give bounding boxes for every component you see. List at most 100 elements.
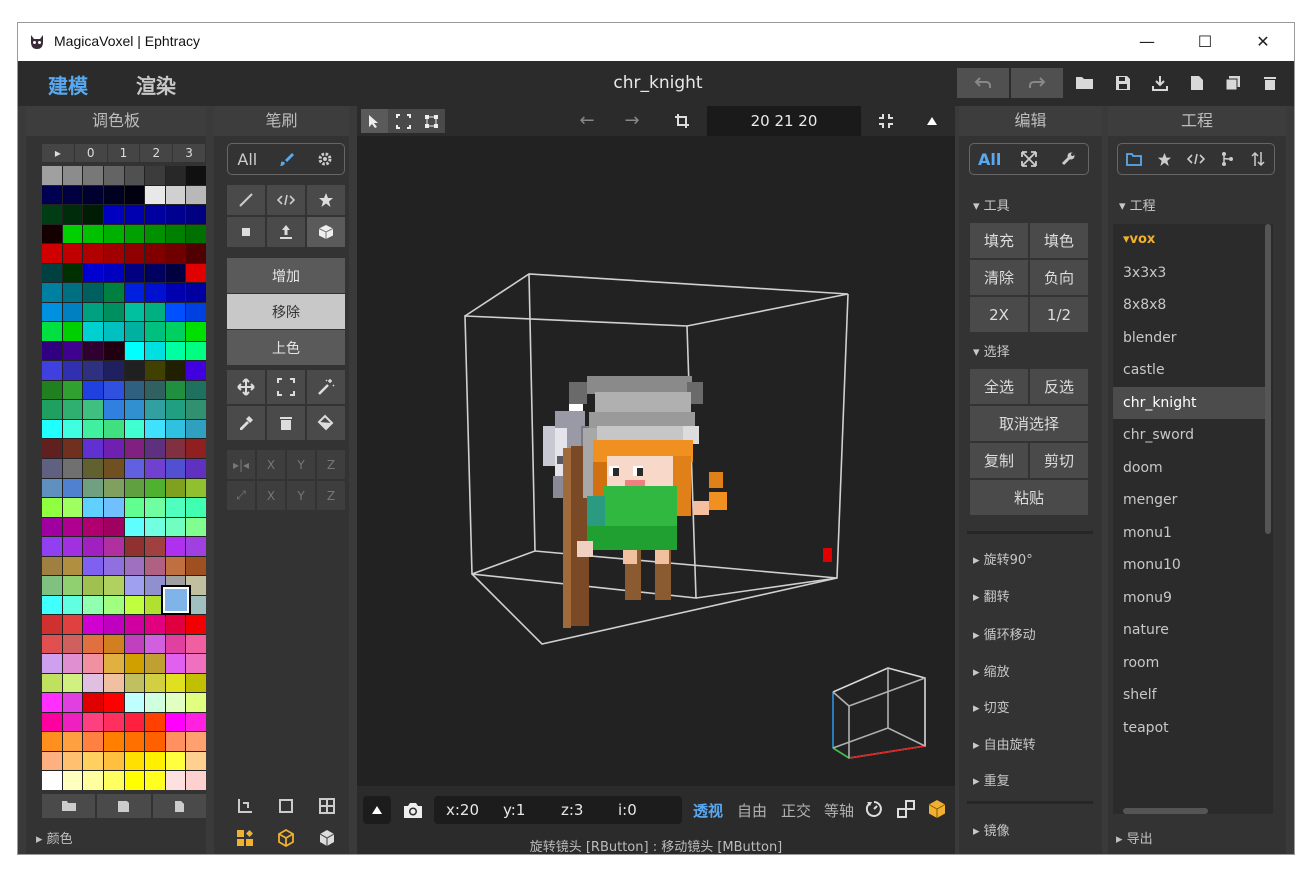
palette-tab[interactable]: 1: [108, 144, 141, 162]
palette-swatch[interactable]: [83, 224, 103, 244]
project-filter-code[interactable]: [1180, 144, 1211, 174]
palette-swatch[interactable]: [103, 361, 124, 380]
tab-render[interactable]: 渲染: [136, 70, 176, 99]
palette-swatch[interactable]: [62, 478, 83, 498]
palette-swatch[interactable]: [103, 771, 124, 790]
palette-swatch[interactable]: [145, 517, 165, 537]
palette-swatch[interactable]: [124, 166, 145, 185]
palette-swatch[interactable]: [62, 439, 83, 458]
palette-swatch[interactable]: [42, 244, 62, 263]
palette-swatch[interactable]: [165, 283, 186, 302]
palette-swatch[interactable]: [42, 458, 62, 478]
palette-swatch[interactable]: [145, 712, 165, 732]
palette-swatch[interactable]: [145, 576, 165, 595]
scale-2x-button[interactable]: 2X: [970, 297, 1028, 332]
palette-swatch[interactable]: [83, 439, 103, 458]
palette-swatch[interactable]: [83, 595, 103, 615]
delete-file-button[interactable]: [1255, 68, 1285, 98]
palette-swatch[interactable]: [186, 322, 206, 341]
palette-swatch[interactable]: [186, 712, 206, 732]
list-scrollbar[interactable]: [1265, 224, 1271, 534]
select-tool[interactable]: [267, 370, 305, 404]
palette-swatch[interactable]: [124, 771, 145, 790]
palette-swatch[interactable]: [165, 263, 186, 283]
project-list-item[interactable]: chr_knight: [1113, 386, 1265, 419]
palette-swatch[interactable]: [145, 673, 165, 693]
palette-swatch[interactable]: [124, 322, 145, 341]
view-grid-toggle[interactable]: [308, 792, 345, 820]
undo-button[interactable]: [957, 68, 1009, 98]
magic-wand-tool[interactable]: [307, 370, 345, 404]
cut-button[interactable]: 剪切: [1030, 443, 1088, 478]
palette-swatch[interactable]: [42, 380, 62, 400]
palette-swatch[interactable]: [42, 224, 62, 244]
brush-code[interactable]: [267, 185, 305, 215]
paint-fill-button[interactable]: 填色: [1030, 223, 1088, 258]
view-corner-toggle[interactable]: [227, 792, 264, 820]
palette-tab[interactable]: ▸: [42, 144, 75, 162]
palette-swatch[interactable]: [145, 400, 165, 419]
mirror-section-toggle[interactable]: ▸ 镜像: [973, 820, 1010, 839]
project-list-item[interactable]: castle: [1113, 354, 1273, 387]
palette-swatch[interactable]: [103, 283, 124, 302]
palette-swatch[interactable]: [124, 498, 145, 517]
palette-swatch[interactable]: [103, 673, 124, 693]
palette-swatch[interactable]: [186, 283, 206, 302]
palette-swatch[interactable]: [165, 361, 186, 380]
palette-swatch[interactable]: [83, 751, 103, 771]
redo-button[interactable]: [1011, 68, 1063, 98]
palette-swatch[interactable]: [83, 712, 103, 732]
palette-swatch[interactable]: [145, 732, 165, 751]
projection-isometric[interactable]: 等轴: [824, 800, 854, 821]
palette-swatch[interactable]: [42, 576, 62, 595]
palette-swatch[interactable]: [145, 537, 165, 556]
project-filter-favorite[interactable]: [1149, 144, 1180, 174]
palette-swatch[interactable]: [165, 537, 186, 556]
project-list-item[interactable]: doom: [1113, 452, 1273, 485]
project-list-item[interactable]: 8x8x8: [1113, 289, 1273, 322]
palette-swatch[interactable]: [186, 205, 206, 224]
palette-swatch[interactable]: [103, 615, 124, 634]
project-list-item[interactable]: chr_sword: [1113, 419, 1273, 452]
project-list-item[interactable]: monu1: [1113, 517, 1273, 550]
palette-swatch[interactable]: [103, 498, 124, 517]
palette-swatch[interactable]: [165, 458, 186, 478]
palette-swatch[interactable]: [124, 458, 145, 478]
mirror-y-toggle[interactable]: Y: [287, 450, 315, 479]
box-select-button[interactable]: [390, 109, 417, 133]
shear-section-toggle[interactable]: ▸ 切变: [973, 697, 1010, 716]
palette-swatch[interactable]: [165, 673, 186, 693]
free-rotate-section-toggle[interactable]: ▸ 自由旋转: [973, 734, 1036, 753]
palette-swatch[interactable]: [83, 361, 103, 380]
invert-selection-button[interactable]: 反选: [1030, 369, 1088, 404]
palette-swatch[interactable]: [186, 224, 206, 244]
palette-swatch[interactable]: [83, 556, 103, 576]
palette-swatch[interactable]: [145, 556, 165, 576]
view-frame-toggle[interactable]: [268, 792, 305, 820]
pointer-mode-button[interactable]: [361, 109, 388, 133]
palette-swatch[interactable]: [165, 380, 186, 400]
palette-swatch[interactable]: [83, 654, 103, 673]
palette-swatch[interactable]: [124, 732, 145, 751]
palette-swatch[interactable]: [165, 751, 186, 771]
project-filter-sort[interactable]: [1243, 144, 1274, 174]
palette-swatch[interactable]: [83, 166, 103, 185]
palette-swatch[interactable]: [42, 556, 62, 576]
export-button[interactable]: [1145, 68, 1175, 98]
project-filter-tree[interactable]: [1212, 144, 1243, 174]
palette-swatch[interactable]: [62, 751, 83, 771]
axis-y-toggle[interactable]: Y: [287, 481, 315, 510]
palette-swatch[interactable]: [42, 185, 62, 205]
palette-swatch[interactable]: [186, 341, 206, 361]
navigation-cube[interactable]: [832, 667, 926, 759]
palette-open-button[interactable]: [42, 794, 96, 818]
palette-swatch[interactable]: [165, 400, 186, 419]
palette-swatch[interactable]: [83, 615, 103, 634]
project-list-item[interactable]: monu10: [1113, 549, 1273, 582]
brush-face[interactable]: [267, 217, 305, 247]
palette-swatch[interactable]: [124, 478, 145, 498]
palette-new-button[interactable]: [152, 794, 206, 818]
toggle-bottom-button[interactable]: [363, 796, 391, 824]
palette-swatch[interactable]: [165, 712, 186, 732]
project-list-item[interactable]: room: [1113, 647, 1273, 680]
